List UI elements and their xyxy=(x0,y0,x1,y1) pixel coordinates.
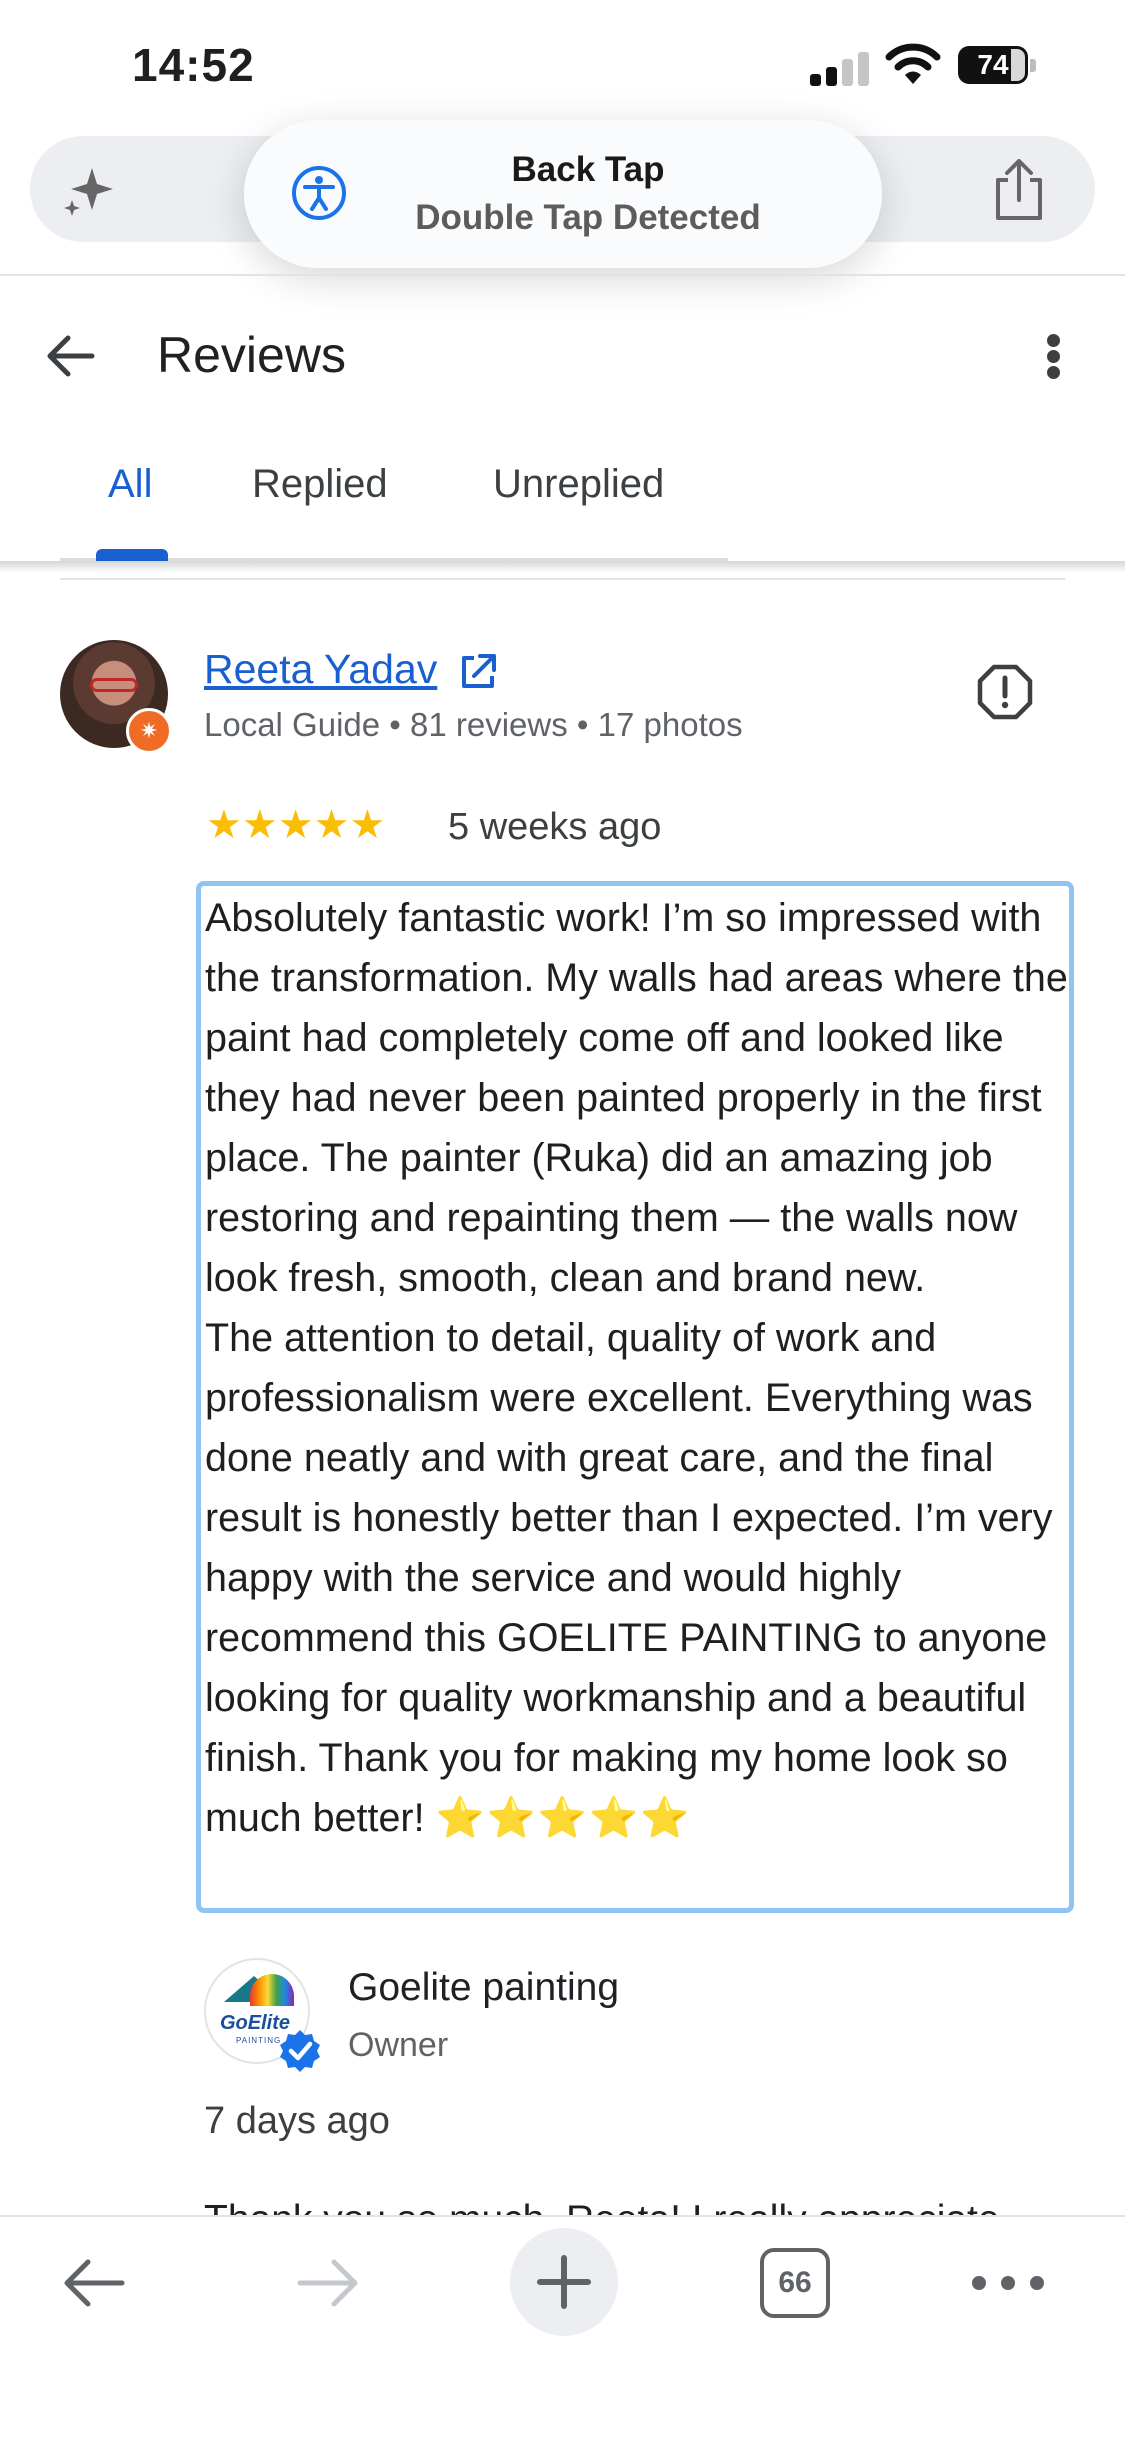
review-paragraph-2: The attention to detail, quality of work… xyxy=(205,1316,1064,1840)
tab-switcher-button[interactable]: 66 xyxy=(760,2248,830,2318)
more-menu-icon[interactable] xyxy=(972,2272,1044,2294)
open-in-new-icon[interactable] xyxy=(456,650,500,694)
tab-unreplied[interactable]: Unreplied xyxy=(493,462,664,507)
plus-icon xyxy=(537,2255,591,2309)
star-rating: ★★★★★ xyxy=(206,803,386,847)
tab-all[interactable]: All xyxy=(108,462,152,507)
reply-date: 7 days ago xyxy=(204,2100,390,2142)
header-shadow xyxy=(0,561,1125,573)
cellular-signal-icon xyxy=(810,50,870,86)
review-paragraph-1: Absolutely fantastic work! I’m so impres… xyxy=(205,896,1079,1300)
share-icon[interactable] xyxy=(986,156,1052,226)
browser-forward-icon[interactable] xyxy=(290,2246,364,2320)
more-options-icon[interactable] xyxy=(1040,326,1068,386)
new-tab-button[interactable] xyxy=(510,2228,618,2336)
stars-icon: ★★★★★ xyxy=(206,803,386,847)
sparkle-icon[interactable] xyxy=(56,160,136,220)
logo-subtext: PAINTING xyxy=(236,2036,282,2045)
local-guide-badge-icon: ✷ xyxy=(126,708,172,754)
reviewer-name-link[interactable]: Reeta Yadav xyxy=(204,646,437,693)
browser-back-icon[interactable] xyxy=(58,2246,132,2320)
review-text[interactable]: Absolutely fantastic work! I’m so impres… xyxy=(205,888,1071,1848)
toast-title: Back Tap xyxy=(511,150,665,189)
tab-replied[interactable]: Replied xyxy=(252,462,388,507)
report-icon[interactable] xyxy=(975,662,1035,722)
page-title: Reviews xyxy=(157,327,346,383)
back-tap-toast: Back Tap Double Tap Detected xyxy=(244,120,882,268)
owner-role: Owner xyxy=(348,2026,449,2064)
review-date: 5 weeks ago xyxy=(448,806,662,848)
active-tab-indicator xyxy=(96,549,168,561)
battery-icon: 74 xyxy=(958,46,1040,84)
back-arrow-icon[interactable] xyxy=(40,322,104,386)
review-tabs: All Replied Unreplied xyxy=(0,440,1125,560)
toast-subtitle: Double Tap Detected xyxy=(415,198,761,237)
emoji-stars: ⭐⭐⭐⭐⭐ xyxy=(435,1796,692,1840)
battery-level: 74 xyxy=(977,49,1009,80)
wifi-icon xyxy=(885,43,941,84)
reviewer-meta: Local Guide • 81 reviews • 17 photos xyxy=(204,706,743,743)
status-time: 14:52 xyxy=(132,39,255,91)
status-bar: 14:52 74 xyxy=(0,0,1125,130)
verified-badge-icon xyxy=(280,2030,320,2072)
divider xyxy=(0,274,1125,276)
divider xyxy=(60,578,1065,580)
owner-name: Goelite painting xyxy=(348,1966,620,2009)
